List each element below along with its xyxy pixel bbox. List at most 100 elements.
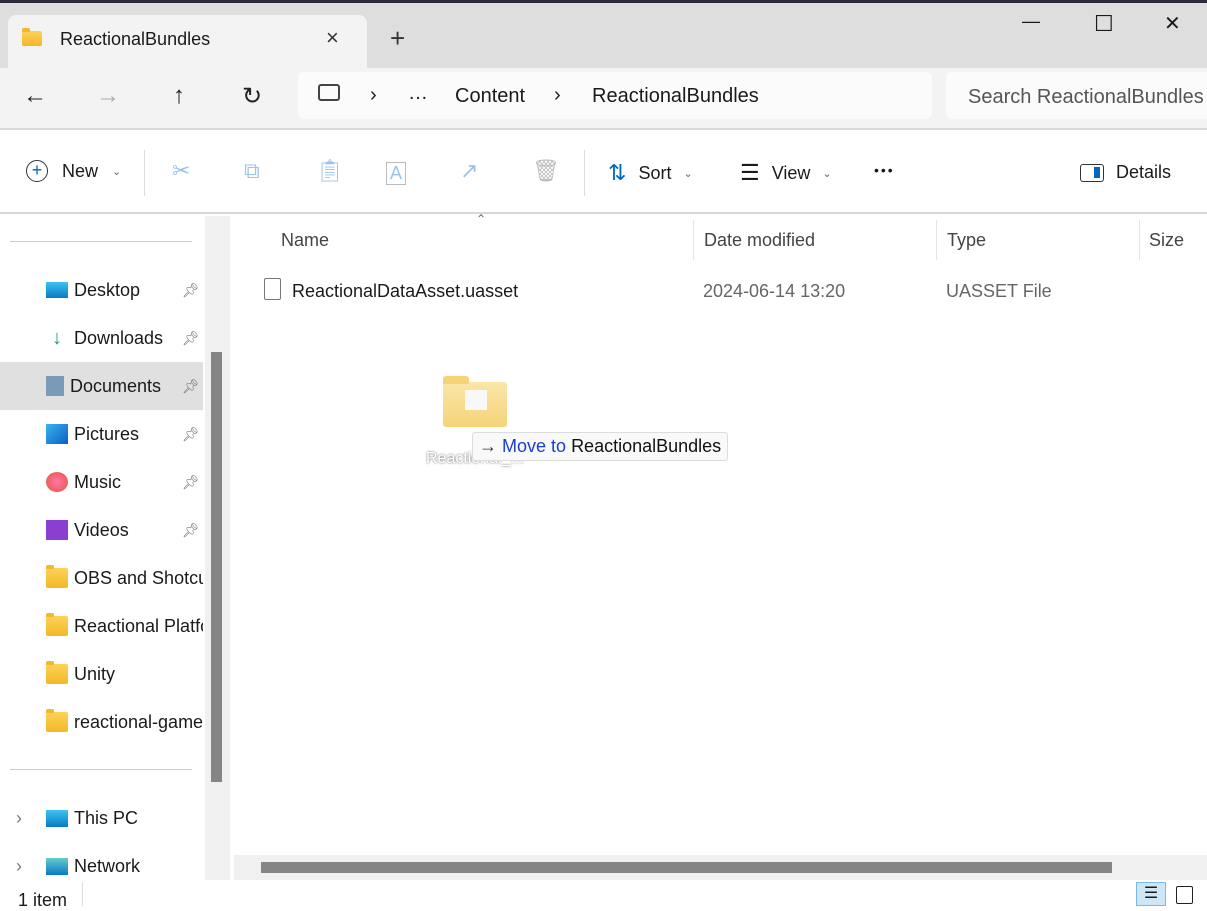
chevron-right-icon: › (370, 84, 377, 106)
sidebar-label: Unity (74, 663, 116, 684)
divider (144, 150, 145, 196)
pin-icon[interactable]: 📌︎ (182, 474, 200, 491)
sort-button[interactable]: ⇅ Sort ⌄ (608, 160, 693, 186)
navigation-pane: Desktop 📌︎ ↓ Downloads 📌︎ Documents 📌︎ Pictu… (0, 216, 205, 880)
refresh-button[interactable]: ↻ (237, 82, 267, 111)
sidebar-item-this-pc[interactable]: › This PC (0, 794, 203, 842)
folder-icon (46, 565, 68, 588)
sidebar-item-music[interactable]: Music 📌︎ (0, 458, 203, 506)
folder-icon (46, 661, 68, 684)
sidebar-label: Videos (74, 519, 129, 540)
sidebar-item-downloads[interactable]: ↓ Downloads 📌︎ (0, 314, 203, 362)
column-divider[interactable] (693, 220, 694, 260)
network-icon (46, 857, 68, 875)
column-header-size[interactable]: Size (1149, 230, 1184, 251)
download-icon: ↓ (52, 327, 62, 349)
column-header-name[interactable]: Name (281, 230, 329, 251)
sidebar-scrollbar-thumb[interactable] (211, 352, 222, 782)
sidebar-item-documents[interactable]: Documents 📌︎ (0, 362, 203, 410)
forward-button[interactable]: → (93, 82, 123, 110)
arrow-right-icon: → (479, 436, 497, 456)
tab-reactionalbundles[interactable]: ReactionalBundles × (8, 15, 367, 71)
rename-icon[interactable]: A (386, 162, 407, 185)
new-tab-button[interactable]: + (390, 23, 405, 54)
tab-title: ReactionalBundles (60, 29, 211, 49)
pin-icon[interactable]: 📌︎ (182, 522, 200, 539)
view-icon: ☰ (740, 160, 760, 185)
divider (10, 769, 192, 770)
title-bar: ReactionalBundles × + — ☐ ✕ (0, 0, 1207, 71)
more-options-button[interactable]: ••• (874, 162, 895, 178)
folder-icon (46, 709, 68, 732)
videos-icon (46, 520, 68, 540)
sidebar-item-reactional-platform[interactable]: Reactional Platform (0, 602, 203, 650)
breadcrumb-overflow[interactable]: … (408, 82, 428, 105)
sidebar-item-unity[interactable]: Unity (0, 650, 203, 698)
sidebar-item-desktop[interactable]: Desktop 📌︎ (0, 266, 203, 314)
file-row[interactable]: ReactionalDataAsset.uasset 2024-06-14 13… (234, 268, 1207, 312)
sidebar-item-pictures[interactable]: Pictures 📌︎ (0, 410, 203, 458)
search-input[interactable]: Search ReactionalBundles (946, 72, 1207, 119)
documents-icon (46, 376, 64, 396)
tooltip-action: Move to (502, 436, 567, 456)
chevron-right-icon[interactable]: › (16, 856, 22, 877)
column-divider[interactable] (936, 220, 937, 260)
maximize-button[interactable]: ☐ (1094, 11, 1114, 37)
pin-icon[interactable]: 📌︎ (182, 426, 200, 443)
search-placeholder: Search ReactionalBundles (968, 86, 1204, 108)
file-date: 2024-06-14 13:20 (703, 281, 846, 301)
new-button[interactable]: + New ⌄ (26, 160, 121, 182)
copy-icon[interactable]: ⧉ (244, 158, 260, 184)
paste-icon[interactable]: 📋︎ (316, 158, 344, 184)
chevron-down-icon: ⌄ (683, 167, 693, 180)
chevron-right-icon[interactable]: › (16, 808, 22, 829)
back-button[interactable]: ← (20, 82, 50, 110)
sidebar-label: Desktop (74, 279, 141, 300)
status-bar: 1 item ☰ (0, 880, 1207, 910)
cut-icon[interactable]: ✂ (172, 158, 190, 184)
chevron-right-icon: › (554, 84, 561, 106)
minimize-button[interactable]: — (1022, 11, 1040, 32)
divider (82, 882, 83, 906)
desktop-icon (46, 282, 68, 298)
address-bar[interactable]: › … Content › ReactionalBundles (298, 72, 932, 119)
sidebar-item-reactional-game[interactable]: reactional-game (0, 698, 203, 746)
navigation-bar: ← → ↑ ↻ › … Content › ReactionalBundles … (0, 68, 1207, 130)
breadcrumb-content[interactable]: Content (455, 85, 525, 108)
view-label: View (771, 162, 811, 183)
share-icon[interactable]: ↗ (460, 158, 478, 184)
details-pane-icon (1080, 163, 1104, 182)
close-tab-button[interactable]: × (326, 25, 339, 51)
chevron-down-icon: ⌄ (822, 167, 832, 180)
sidebar-item-obs[interactable]: OBS and Shotcut (0, 554, 203, 602)
sidebar-label: OBS and Shotcut (74, 567, 203, 588)
sidebar-item-videos[interactable]: Videos 📌︎ (0, 506, 203, 554)
pin-icon[interactable]: 📌︎ (182, 378, 200, 395)
details-view-icon[interactable]: ☰ (1136, 882, 1166, 906)
column-header-type[interactable]: Type (947, 230, 986, 251)
view-button[interactable]: ☰ View ⌄ (740, 160, 832, 186)
divider (10, 241, 192, 242)
chevron-down-icon: ⌄ (112, 165, 122, 178)
folder-icon (22, 28, 42, 46)
file-icon (264, 278, 281, 300)
sidebar-label: reactional-game (74, 711, 203, 732)
horizontal-scrollbar-thumb[interactable] (261, 862, 1112, 873)
sidebar-label: Documents (70, 375, 162, 396)
large-icons-view-icon[interactable] (1176, 886, 1193, 904)
pin-icon[interactable]: 📌︎ (182, 330, 200, 347)
up-button[interactable]: ↑ (164, 82, 194, 110)
new-label: New (62, 160, 99, 181)
details-button[interactable]: Details (1080, 162, 1171, 183)
breadcrumb-reactionalbundles[interactable]: ReactionalBundles (592, 85, 759, 108)
column-divider[interactable] (1139, 220, 1140, 260)
sidebar-label: Music (74, 471, 122, 492)
sidebar-label: Pictures (74, 423, 140, 444)
delete-icon[interactable]: 🗑︎ (532, 158, 560, 184)
pin-icon[interactable]: 📌︎ (182, 282, 200, 299)
column-header-date[interactable]: Date modified (704, 230, 815, 251)
sidebar-label: Reactional Platform (74, 615, 203, 636)
this-pc-icon (46, 809, 68, 827)
sidebar-label: This PC (74, 807, 139, 828)
close-window-button[interactable]: ✕ (1164, 11, 1181, 36)
